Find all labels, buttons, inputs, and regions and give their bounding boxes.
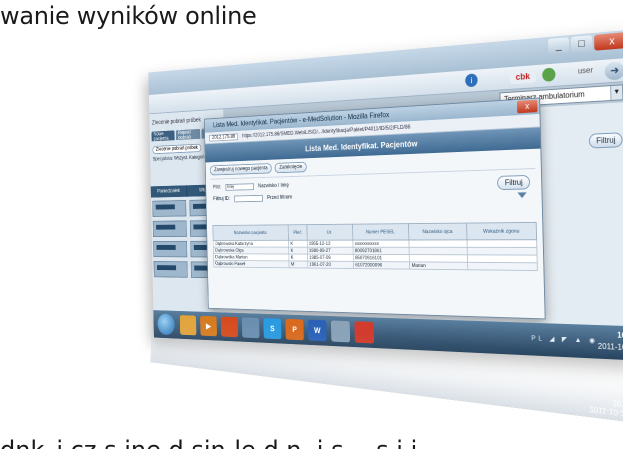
filter-row: Filtr: Imię Nazwisko / Imię xyxy=(213,182,289,191)
outer-filter-button[interactable]: Filtruj xyxy=(589,132,623,149)
cbk-logo-icon[interactable]: cbk xyxy=(509,68,536,85)
reflection-clock: 2011-10-21 2011 xyxy=(589,396,623,418)
table-cell: K xyxy=(288,247,308,255)
filter-id-input[interactable] xyxy=(234,194,263,203)
column-header[interactable]: Nazwisko ojca xyxy=(408,223,468,241)
info-icon[interactable]: i xyxy=(465,73,478,88)
popup-url-ip: 2012.175.86 xyxy=(209,133,239,142)
column-header[interactable]: Ur. xyxy=(306,224,353,241)
table-cell: Dąbrowski Paweł xyxy=(213,260,290,268)
close-popup-button[interactable]: Zamknięcie xyxy=(274,161,307,174)
popup-filter-button[interactable]: Filtruj xyxy=(497,174,531,191)
column-header[interactable]: Wskaźnik zgonu xyxy=(466,222,537,240)
sample-order-button[interactable]: Zlecenie pobrań próbek xyxy=(152,143,202,155)
filter-id-label: Filtruj ID: xyxy=(213,196,231,202)
promo-image: wanie wyników online _ □ x i cbk user ➜ … xyxy=(0,0,623,455)
tab-registry[interactable]: Rejestr pobrań xyxy=(176,128,201,141)
collapse-triangle-icon[interactable] xyxy=(517,192,527,199)
table-cell: K xyxy=(288,240,308,248)
register-patient-button[interactable]: Zarejestruj nowego pacjenta xyxy=(209,163,273,176)
go-button[interactable]: ➜ xyxy=(604,61,623,81)
tab-new-patient[interactable]: Nowe pacjenta xyxy=(151,130,176,142)
column-header[interactable]: Nazwisko pacjenta xyxy=(212,224,289,241)
calendar-slot[interactable] xyxy=(152,200,187,217)
table-cell: 1961-07-20 xyxy=(307,261,354,269)
clock-time: 16:17 xyxy=(617,330,623,341)
patients-table: Nazwisko pacjenta Płeć Ur. Numer PESEL N… xyxy=(212,222,538,271)
patient-list-popup: Lista Med. Identyfikat. Pacjentów - e-Me… xyxy=(203,97,546,320)
filter-id-row: Filtruj ID: Przed filtrem xyxy=(213,194,292,203)
table-cell: 1955-12-12 xyxy=(306,240,353,248)
background-app-title: Zlecenie pobrań próbek xyxy=(151,117,202,127)
table-row[interactable]: Dąbrowski Paweł M 1961-07-20 61072000096 Mar… xyxy=(213,260,538,271)
calendar-slot[interactable] xyxy=(153,240,187,258)
clock-date: 2011-10-21 xyxy=(597,341,623,353)
table-cell xyxy=(467,262,538,271)
table-cell: 61072000096 xyxy=(353,261,410,270)
perspective-view: _ □ x i cbk user ➜ Terminarz ambulatoriu… xyxy=(0,0,623,455)
calendar-slot[interactable] xyxy=(153,261,188,278)
desktop-screenshot: _ □ x i cbk user ➜ Terminarz ambulatoriu… xyxy=(148,29,623,361)
popup-close-button[interactable]: x xyxy=(516,99,538,114)
table-cell: Marian xyxy=(409,261,468,270)
table-cell: M xyxy=(288,260,308,269)
specialist-filter[interactable]: Specjalista: Wszyst. Kategoria: xyxy=(153,155,208,162)
filter-label: Filtr: xyxy=(213,185,222,191)
maximize-button[interactable]: □ xyxy=(570,35,593,53)
table-cell xyxy=(408,239,468,248)
calendar-column-monday: Poniedziałek xyxy=(150,185,188,198)
table-cell: Dąbrowska Katarzyna xyxy=(213,240,289,248)
filter-input[interactable]: Imię xyxy=(225,183,254,191)
patients-table-body: Dąbrowska Katarzyna K 1955-12-12 xxxxxxxxxx… xyxy=(213,239,538,271)
clock[interactable]: 16:17 2011-10-21 xyxy=(597,329,623,355)
addon-icon[interactable] xyxy=(542,67,556,82)
minimize-button[interactable]: _ xyxy=(547,37,570,55)
table-cell xyxy=(467,239,537,248)
calendar-slot[interactable] xyxy=(152,220,187,237)
system-tray[interactable]: PL ◢ ◤ ▲ ◉ xyxy=(531,334,598,345)
filter-id-hint: Przed filtrem xyxy=(267,195,293,201)
table-cell: xxxxxxxxxxx xyxy=(352,240,410,248)
column-header[interactable]: Numer PESEL xyxy=(352,223,409,241)
user-label: user xyxy=(577,65,594,76)
chevron-down-icon: ▼ xyxy=(610,85,623,101)
table-cell: 1980-09-27 xyxy=(307,247,353,255)
close-button[interactable]: x xyxy=(593,31,623,51)
table-cell: 80092701861 xyxy=(352,247,410,255)
filter-hint: Nazwisko / Imię xyxy=(257,183,289,190)
column-header[interactable]: Płeć xyxy=(288,224,307,241)
